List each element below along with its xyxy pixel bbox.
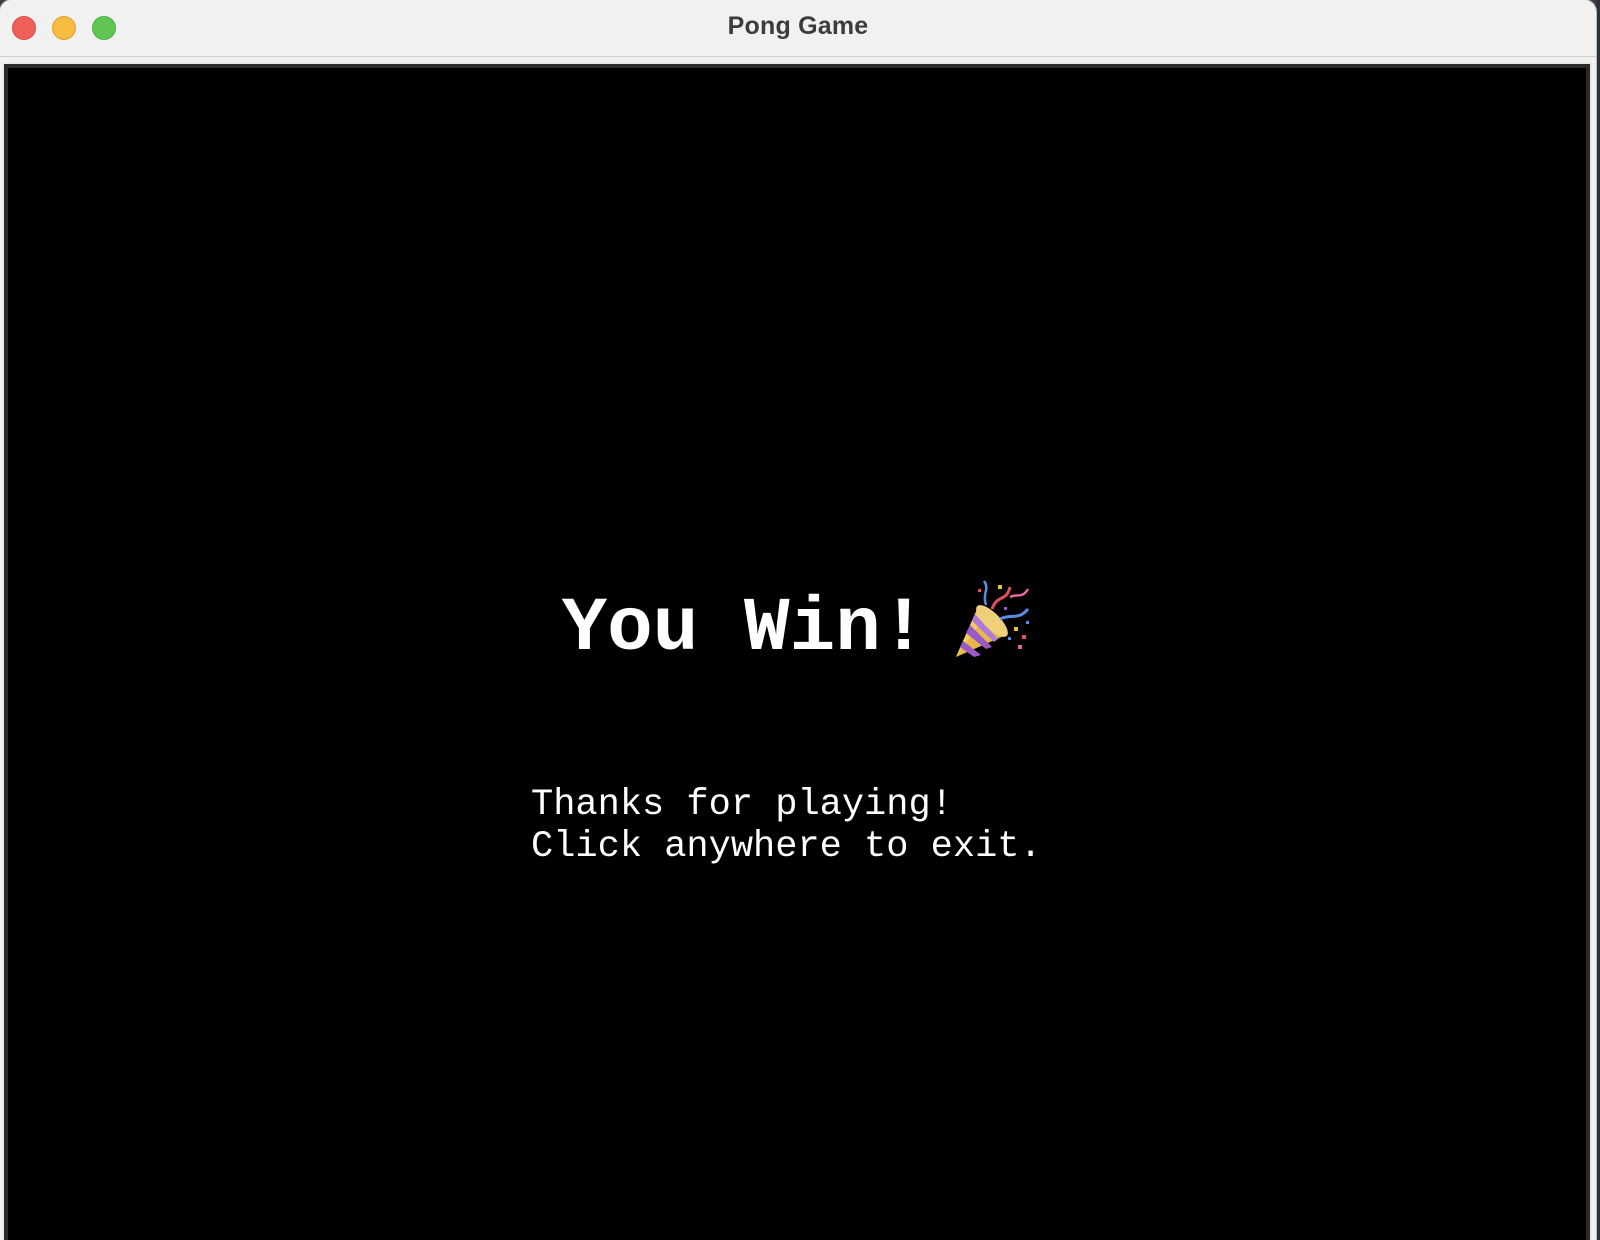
- message-line-2: Click anywhere to exit.: [531, 826, 1042, 868]
- party-popper-icon: [948, 579, 1032, 663]
- desktop-edge: [1596, 0, 1600, 1240]
- exit-message: Thanks for playing! Click anywhere to ex…: [531, 784, 1042, 868]
- title-bar[interactable]: Pong Game: [0, 0, 1596, 57]
- window-title: Pong Game: [727, 12, 869, 40]
- win-banner: You Win!: [8, 580, 1586, 672]
- game-frame: You Win! Thanks for playing! Click anywh…: [2, 62, 1592, 1240]
- win-text: You Win!: [561, 586, 927, 672]
- message-line-1: Thanks for playing!: [531, 784, 953, 826]
- game-canvas[interactable]: You Win! Thanks for playing! Click anywh…: [8, 68, 1586, 1240]
- app-window: Pong Game You Win! Thanks for playing! C…: [0, 0, 1596, 1240]
